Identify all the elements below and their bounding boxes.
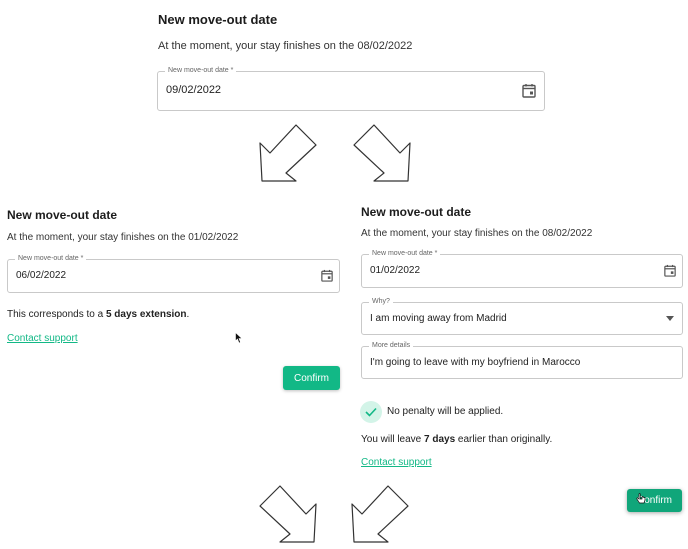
right-leave-prefix: You will leave — [361, 434, 425, 445]
down-left-arrow — [351, 485, 409, 543]
right-subtitle: At the moment, your stay finishes on the… — [361, 228, 593, 239]
left-extension-suffix: . — [186, 309, 190, 320]
down-left-arrow — [259, 124, 317, 182]
right-details-label: More details — [369, 341, 414, 351]
calendar-icon[interactable] — [321, 269, 333, 282]
right-leave-suffix: earlier than originally. — [455, 434, 553, 445]
down-right-arrow — [353, 124, 411, 182]
right-title: New move-out date — [361, 205, 472, 219]
left-date-value: 06/02/2022 — [16, 270, 67, 281]
left-subtitle: At the moment, your stay finishes on the… — [7, 232, 239, 243]
right-penalty-text: No penalty will be applied. — [387, 406, 504, 417]
left-contact-support-link[interactable]: Contact support — [7, 333, 78, 344]
top-subtitle: At the moment, your stay finishes on the… — [158, 40, 413, 52]
right-date-field[interactable]: New move-out date * 01/02/2022 — [361, 249, 683, 288]
left-title: New move-out date — [7, 208, 118, 222]
hand-pointer-icon — [636, 493, 646, 504]
top-date-label: New move-out date * — [165, 66, 237, 76]
right-leave-bold: 7 days — [424, 434, 456, 445]
top-title: New move-out date — [158, 12, 278, 27]
top-date-value: 09/02/2022 — [166, 84, 222, 96]
left-extension-bold: 5 days extension — [105, 309, 187, 320]
left-extension-prefix: This corresponds to a — [7, 309, 106, 320]
top-date-field[interactable]: New move-out date * 09/02/2022 — [157, 66, 545, 111]
cursor-pointer-icon — [235, 332, 243, 344]
left-date-label: New move-out date * — [15, 254, 87, 264]
right-date-label: New move-out date * — [369, 249, 441, 259]
left-date-field[interactable]: New move-out date * 06/02/2022 — [7, 254, 340, 293]
right-leave-text: You will leave 7 days earlier than origi… — [361, 434, 552, 445]
right-contact-support-link[interactable]: Contact support — [361, 457, 432, 468]
right-why-value: I am moving away from Madrid — [370, 313, 507, 324]
check-icon — [365, 407, 377, 417]
left-confirm-button[interactable]: Confirm — [283, 366, 340, 390]
down-right-arrow — [259, 485, 317, 543]
dropdown-caret-icon[interactable] — [666, 316, 674, 321]
right-why-label: Why? — [369, 297, 393, 307]
calendar-icon[interactable] — [664, 264, 676, 277]
right-why-select[interactable]: Why? I am moving away from Madrid — [361, 297, 683, 335]
calendar-icon[interactable] — [522, 83, 536, 98]
left-extension-text: This corresponds to a 5 days extension. — [7, 309, 189, 320]
right-details-field[interactable]: More details I'm going to leave with my … — [361, 341, 683, 379]
penalty-check-badge — [360, 401, 382, 423]
right-date-value: 01/02/2022 — [370, 265, 421, 276]
right-details-value: I'm going to leave with my boyfriend in … — [370, 357, 581, 368]
